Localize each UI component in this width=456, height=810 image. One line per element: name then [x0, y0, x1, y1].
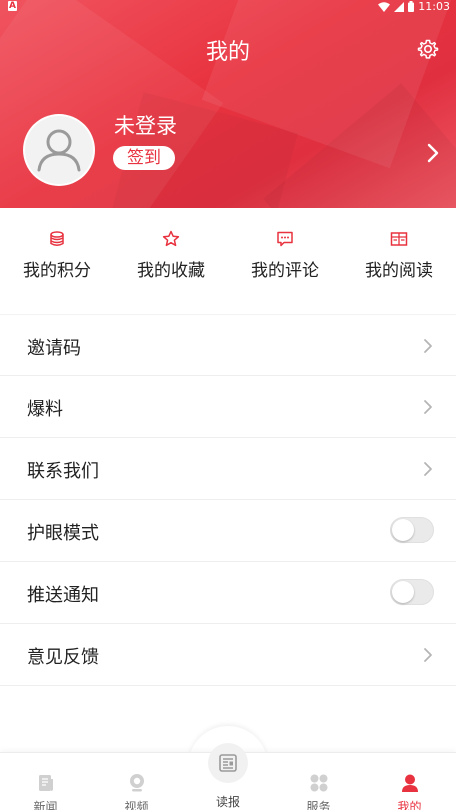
chevron-right-icon — [424, 400, 432, 414]
newspaper-icon — [38, 775, 53, 791]
tab-label[interactable]: 读报 — [188, 793, 268, 810]
quick-links: 我的积分 我的收藏 我的评论 我的阅读 — [0, 208, 456, 308]
quick-link-label: 我的评论 — [251, 261, 319, 281]
tab-label: 新闻 — [33, 800, 58, 810]
notification-icon: A — [8, 1, 17, 11]
quick-link-reading[interactable]: 我的阅读 — [342, 208, 456, 308]
signin-button[interactable]: 签到 — [113, 146, 175, 170]
chevron-right-icon[interactable] — [426, 142, 440, 164]
settings-gear-icon[interactable] — [416, 37, 440, 61]
push-notification-toggle[interactable] — [390, 579, 434, 605]
quick-link-label: 我的阅读 — [365, 261, 433, 281]
tab-label: 服务 — [306, 800, 331, 810]
status-bar: A 11:03 — [0, 0, 456, 14]
quick-link-label: 我的收藏 — [137, 261, 205, 281]
avatar[interactable] — [23, 114, 95, 186]
user-placeholder-icon — [37, 129, 81, 172]
profile-header: A 11:03 我的 未登录 签到 — [0, 0, 456, 208]
signal-icon — [394, 1, 405, 12]
menu-item-eye-protection: 护眼模式 — [0, 500, 456, 562]
quick-link-favorites[interactable]: 我的收藏 — [114, 208, 228, 308]
tab-news[interactable]: 新闻 — [0, 753, 91, 810]
menu-item-label: 爆料 — [27, 399, 63, 420]
tab-services[interactable]: 服务 — [273, 753, 364, 810]
tab-video[interactable]: 视频 — [91, 753, 182, 810]
user-icon — [401, 774, 418, 792]
menu-item-invite-code[interactable]: 邀请码 — [0, 314, 456, 376]
menu-item-label: 护眼模式 — [27, 523, 99, 544]
chevron-right-icon — [424, 648, 432, 662]
newspaper-reader-icon — [219, 754, 237, 772]
battery-icon — [408, 1, 415, 12]
tab-newspaper-center-button[interactable] — [208, 743, 248, 783]
tab-label: 我的 — [397, 800, 422, 810]
settings-menu: 邀请码 爆料 联系我们 护眼模式 推送通知 意见反馈 — [0, 314, 456, 686]
chevron-right-icon — [424, 462, 432, 476]
username-label[interactable]: 未登录 — [114, 110, 177, 140]
menu-item-tip-off[interactable]: 爆料 — [0, 376, 456, 438]
menu-item-label: 邀请码 — [27, 338, 81, 359]
menu-item-label: 推送通知 — [27, 585, 99, 606]
grid-icon — [310, 774, 327, 792]
menu-item-label: 联系我们 — [27, 461, 99, 482]
page-title: 我的 — [205, 40, 250, 65]
wifi-icon — [378, 1, 391, 12]
star-icon — [162, 230, 180, 247]
menu-item-push-notifications: 推送通知 — [0, 562, 456, 624]
book-icon — [390, 232, 408, 246]
tab-label: 视频 — [124, 800, 149, 810]
quick-link-label: 我的积分 — [23, 261, 91, 281]
comment-icon — [277, 231, 293, 247]
coins-icon — [50, 231, 64, 246]
clock: 11:03 — [418, 0, 450, 13]
menu-item-contact-us[interactable]: 联系我们 — [0, 438, 456, 500]
menu-item-label: 意见反馈 — [27, 647, 99, 668]
toggle-knob — [392, 519, 414, 541]
quick-link-comments[interactable]: 我的评论 — [228, 208, 342, 308]
menu-item-feedback[interactable]: 意见反馈 — [0, 624, 456, 686]
video-camera-icon — [129, 774, 144, 792]
eye-protection-toggle[interactable] — [390, 517, 434, 543]
chevron-right-icon — [424, 339, 432, 353]
tab-me[interactable]: 我的 — [364, 753, 455, 810]
quick-link-points[interactable]: 我的积分 — [0, 208, 114, 308]
toggle-knob — [392, 581, 414, 603]
